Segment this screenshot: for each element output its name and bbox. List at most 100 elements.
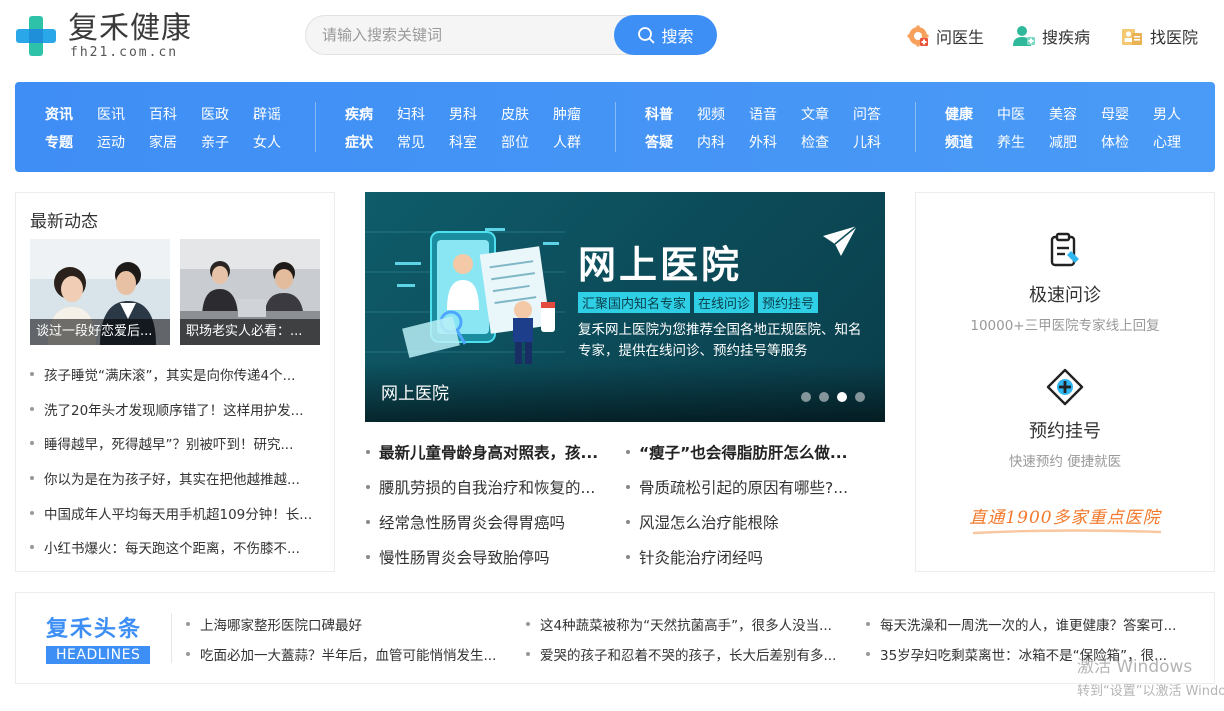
news-link[interactable]: 腰肌劳损的自我治疗和恢复的... — [365, 476, 625, 498]
news-link-text: 骨质疏松引起的原因有哪些?... — [639, 478, 849, 497]
headline-link[interactable]: 35岁孕妇吃剩菜离世：冰箱不是“保险箱”，很... — [866, 644, 1206, 664]
nav-group-health: 健康 中医 美容 母婴 男人 频道 养生 减肥 体检 心理 — [945, 100, 1205, 156]
nav-item[interactable]: 医讯 — [97, 104, 149, 124]
nav-group-disease: 疾病 妇科 男科 皮肤 肿瘤 症状 常见 科室 部位 人群 — [345, 100, 605, 156]
bullet-dot — [30, 441, 34, 446]
nav-item[interactable]: 常见 — [397, 132, 449, 152]
nav-item[interactable]: 辟谣 — [253, 104, 305, 124]
news-link[interactable]: 经常急性肠胃炎会得胃癌吗 — [365, 511, 625, 533]
nav-item[interactable]: 亲子 — [201, 132, 253, 152]
nav-item[interactable]: 频道 — [945, 132, 997, 152]
list-item[interactable]: 洗了20年头才发现顺序错了！这样用护发... — [30, 392, 326, 427]
nav-item[interactable]: 资讯 — [45, 104, 97, 124]
person-plus-icon — [1013, 26, 1035, 46]
banner-caption: 网上医院 — [381, 384, 449, 404]
bullet-dot — [626, 554, 630, 559]
nav-item[interactable]: 妇科 — [397, 104, 449, 124]
search-disease-link[interactable]: 搜疾病 — [1012, 22, 1090, 50]
list-item[interactable]: 睡得越早，死得越早”？别被吓到！研究... — [30, 426, 326, 461]
search-input[interactable] — [305, 15, 635, 55]
news-thumbnail[interactable]: 谈过一段好恋爱后... — [30, 239, 170, 345]
nav-item[interactable]: 答疑 — [645, 132, 697, 152]
latest-news-list: 孩子睡觉“满床滚”，其实是向你传递4个... 洗了20年头才发现顺序错了！这样用… — [30, 357, 326, 565]
nav-item[interactable]: 体检 — [1101, 132, 1153, 152]
nav-item[interactable]: 部位 — [501, 132, 553, 152]
banner-tag: 汇聚国内知名专家 — [578, 292, 691, 313]
carousel-dot[interactable] — [819, 392, 829, 402]
nav-item[interactable]: 科普 — [645, 104, 697, 124]
nav-item[interactable]: 心理 — [1153, 132, 1205, 152]
nav-item[interactable]: 中医 — [997, 104, 1049, 124]
nav-item[interactable]: 减肥 — [1049, 132, 1101, 152]
search-button-label: 搜索 — [661, 27, 694, 46]
nav-item[interactable]: 症状 — [345, 132, 397, 152]
medical-cross-icon — [1046, 368, 1084, 406]
news-link[interactable]: 骨质疏松引起的原因有哪些?... — [625, 476, 885, 498]
nav-item[interactable]: 科室 — [449, 132, 501, 152]
nav-item[interactable]: 医政 — [201, 104, 253, 124]
quick-consult-service[interactable]: 极速问诊 10000+三甲医院专家线上回复 — [916, 231, 1214, 334]
nav-item[interactable]: 问答 — [853, 104, 905, 124]
nav-item[interactable]: 专题 — [45, 132, 97, 152]
nav-item[interactable]: 语音 — [749, 104, 801, 124]
nav-item[interactable]: 美容 — [1049, 104, 1101, 124]
ask-doctor-link[interactable]: 问医生 — [906, 22, 984, 50]
list-item-text: 小红书爆火：每天跑这个距离，不伤膝不... — [44, 541, 300, 558]
nav-item[interactable]: 人群 — [553, 132, 605, 152]
appointment-service[interactable]: 预约挂号 快速预约 便捷就医 — [916, 367, 1214, 470]
list-item[interactable]: 中国成年人平均每天用手机超109分钟！长... — [30, 495, 326, 530]
nav-group-news: 资讯 医讯 百科 医政 辟谣 专题 运动 家居 亲子 女人 — [45, 100, 305, 156]
headline-link[interactable]: 爱哭的孩子和忍着不哭的孩子，长大后差别有多... — [526, 644, 866, 664]
news-link[interactable]: 风湿怎么治疗能根除 — [625, 511, 885, 533]
bullet-dot — [186, 652, 190, 656]
featured-news-grid: 最新儿童骨龄身高对照表，孩... “瘦子”也会得脂肪肝怎么做... 腰肌劳损的自… — [365, 434, 885, 574]
nav-item[interactable]: 男科 — [449, 104, 501, 124]
hospital-slogan: 直通1900多家重点医院 — [969, 508, 1161, 528]
banner-description: 复禾网上医院为您推荐全国各地正规医院、知名专家，提供在线问诊、预约挂号等服务 — [578, 322, 862, 359]
search-button[interactable]: 搜索 — [614, 15, 717, 55]
bullet-dot — [866, 622, 870, 626]
nav-item[interactable]: 内科 — [697, 132, 749, 152]
list-item[interactable]: 你以为是在为孩子好，其实在把他越推越... — [30, 461, 326, 496]
nav-item[interactable]: 肿瘤 — [553, 104, 605, 124]
nav-item[interactable]: 运动 — [97, 132, 149, 152]
nav-item[interactable]: 外科 — [749, 132, 801, 152]
nav-item[interactable]: 视频 — [697, 104, 749, 124]
carousel-dot[interactable] — [855, 392, 865, 402]
nav-item[interactable]: 母婴 — [1101, 104, 1153, 124]
nav-item[interactable]: 文章 — [801, 104, 853, 124]
news-thumbnail[interactable]: 职场老实人必看：... — [180, 239, 320, 345]
nav-item[interactable]: 养生 — [997, 132, 1049, 152]
headline-link[interactable]: 每天洗澡和一周洗一次的人，谁更健康？答案可... — [866, 614, 1206, 634]
bullet-dot — [366, 554, 370, 559]
news-link[interactable]: 最新儿童骨龄身高对照表，孩... — [365, 441, 625, 463]
headline-text: 爱哭的孩子和忍着不哭的孩子，长大后差别有多... — [540, 648, 837, 664]
headlines-label: HEADLINES — [46, 646, 151, 664]
carousel-dot[interactable] — [801, 392, 811, 402]
list-item[interactable]: 孩子睡觉“满床滚”，其实是向你传递4个... — [30, 357, 326, 392]
headline-link[interactable]: 这4种蔬菜被称为“天然抗菌高手”，很多人没当... — [526, 614, 866, 634]
nav-item[interactable]: 儿科 — [853, 132, 905, 152]
headline-link[interactable]: 吃面必加一大蓋蒜？半年后，血管可能悄悄发生... — [186, 644, 526, 664]
nav-item[interactable]: 健康 — [945, 104, 997, 124]
nav-item[interactable]: 百科 — [149, 104, 201, 124]
carousel-dot-active[interactable] — [837, 392, 847, 402]
nav-item[interactable]: 男人 — [1153, 104, 1205, 124]
news-link[interactable]: 针灸能治疗闭经吗 — [625, 546, 885, 568]
nav-item[interactable]: 疾病 — [345, 104, 397, 124]
news-link[interactable]: 慢性肠胃炎会导致胎停吗 — [365, 546, 625, 568]
bullet-dot — [366, 519, 370, 524]
find-hospital-link[interactable]: 找医院 — [1120, 22, 1198, 50]
category-nav: 资讯 医讯 百科 医政 辟谣 专题 运动 家居 亲子 女人 疾病 妇科 男科 皮… — [15, 82, 1215, 172]
headline-link[interactable]: 上海哪家整形医院口碑最好 — [186, 614, 526, 634]
nav-item[interactable]: 皮肤 — [501, 104, 553, 124]
online-hospital-banner[interactable]: 网上医院 汇聚国内知名专家 在线问诊 预约挂号 复禾网上医院为您推荐全国各地正规… — [365, 192, 885, 422]
nav-item[interactable]: 检查 — [801, 132, 853, 152]
list-item[interactable]: 小红书爆火：每天跑这个距离，不伤膝不... — [30, 530, 326, 565]
news-link[interactable]: “瘦子”也会得脂肪肝怎么做... — [625, 441, 885, 463]
latest-news-title: 最新动态 — [30, 212, 98, 232]
nav-item[interactable]: 女人 — [253, 132, 305, 152]
nav-item[interactable]: 家居 — [149, 132, 201, 152]
ask-doctor-label: 问医生 — [936, 28, 985, 47]
site-logo[interactable]: 复禾健康 fh21.com.cn — [14, 12, 214, 62]
